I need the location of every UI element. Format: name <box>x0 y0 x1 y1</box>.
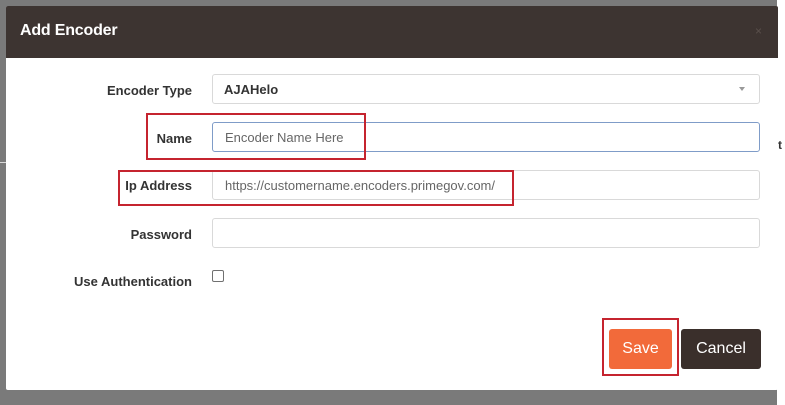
dialog-title: Add Encoder <box>20 22 118 39</box>
close-icon[interactable]: × <box>755 24 762 38</box>
background-partial-text: t <box>778 138 782 152</box>
encoder-type-select[interactable]: AJAHelo <box>212 74 760 104</box>
highlight-box-ip-address <box>118 170 514 206</box>
chevron-down-icon <box>739 87 745 91</box>
cancel-button[interactable]: Cancel <box>681 329 761 369</box>
encoder-type-value: AJAHelo <box>224 82 279 97</box>
password-input[interactable] <box>212 218 760 248</box>
password-label: Password <box>130 227 192 242</box>
use-authentication-checkbox[interactable] <box>212 270 224 282</box>
background-page-edge <box>777 0 785 405</box>
highlight-box-name <box>146 113 366 160</box>
use-authentication-label: Use Authentication <box>74 274 192 289</box>
encoder-type-label: Encoder Type <box>106 83 192 98</box>
highlight-box-save <box>602 318 679 376</box>
dialog-header: Add Encoder × <box>6 6 778 58</box>
